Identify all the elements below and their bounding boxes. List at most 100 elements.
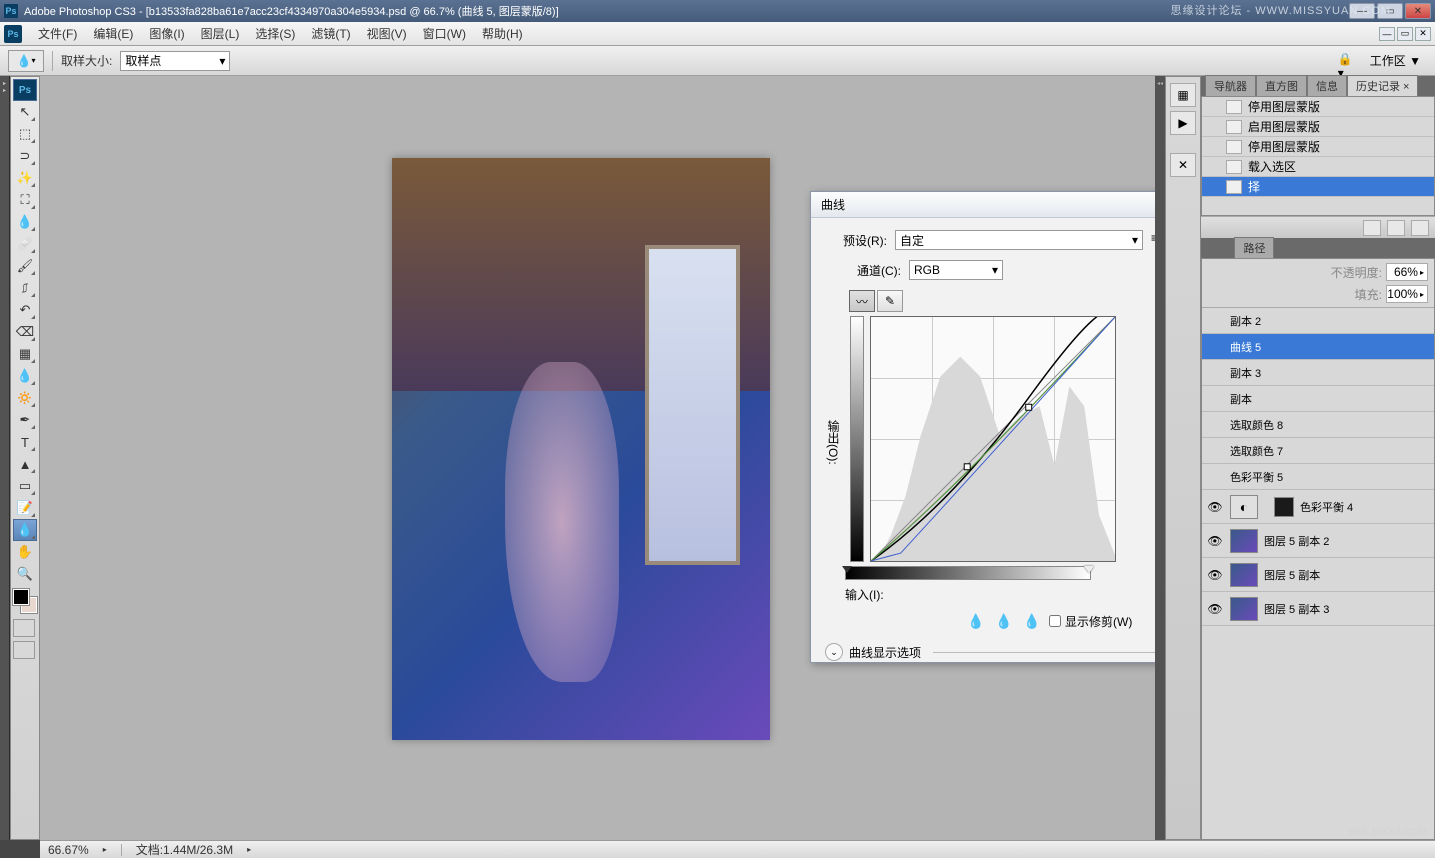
menu-filter[interactable]: 滤镜(T) (303, 23, 358, 44)
lasso-tool[interactable]: ⊃ (13, 145, 37, 167)
input-gradient[interactable] (845, 566, 1091, 580)
visibility-toggle[interactable]: 👁 (1206, 602, 1224, 616)
eraser-tool[interactable]: ⌫ (13, 321, 37, 343)
layer-item[interactable]: 副本 2 (1202, 308, 1434, 334)
blur-tool[interactable]: 💧 (13, 365, 37, 387)
layer-item[interactable]: 选取颜色 8 (1202, 412, 1434, 438)
preset-dropdown[interactable]: 自定 ▾ (895, 230, 1143, 250)
curves-graph[interactable] (870, 316, 1116, 562)
layer-item[interactable]: 👁 图层 5 副本 2 (1202, 524, 1434, 558)
layer-name[interactable]: 图层 5 副本 2 (1264, 533, 1430, 549)
move-tool[interactable]: ↖ (13, 101, 37, 123)
shape-tool[interactable]: ▭ (13, 475, 37, 497)
layer-thumbnail[interactable] (1230, 529, 1258, 553)
layer-name[interactable]: 图层 5 副本 3 (1264, 601, 1430, 617)
crop-tool[interactable]: ⛶ (13, 189, 37, 211)
brush-tool[interactable]: 🖌 (13, 255, 37, 277)
dodge-tool[interactable]: 🔅 (13, 387, 37, 409)
zoom-level[interactable]: 66.67% (48, 843, 89, 857)
color-swatches[interactable] (13, 589, 37, 613)
workspace-switcher[interactable]: 工作区 ▼ (1364, 50, 1427, 71)
layer-item[interactable]: 👁图层 5 副本 (1202, 558, 1434, 592)
create-snapshot-icon[interactable] (1387, 220, 1405, 236)
clone-stamp-tool[interactable]: ⎎ (13, 277, 37, 299)
visibility-toggle[interactable]: 👁 (1206, 500, 1224, 514)
create-document-icon[interactable] (1363, 220, 1381, 236)
opacity-input[interactable]: 66%▸ (1386, 263, 1428, 281)
paths-tab[interactable]: 路径 (1234, 237, 1274, 258)
color-icon[interactable]: ▶ (1170, 111, 1196, 135)
visibility-toggle[interactable]: 👁 (1206, 568, 1224, 582)
type-tool[interactable]: T (13, 431, 37, 453)
tools-preset-icon[interactable]: ✕ (1170, 153, 1196, 177)
visibility-toggle[interactable]: 👁 (1206, 534, 1224, 548)
history-item[interactable]: 启用图层蒙版 (1202, 117, 1434, 137)
menu-window[interactable]: 窗口(W) (415, 23, 474, 44)
layer-name[interactable]: 副本 2 (1230, 313, 1430, 329)
doc-info-chevron-icon[interactable]: ▸ (247, 845, 251, 854)
layer-item[interactable]: 👁 ◐ 色彩平衡 4 (1202, 490, 1434, 524)
layer-name[interactable]: 选取颜色 7 (1230, 443, 1430, 459)
doc-close-button[interactable]: ✕ (1415, 27, 1431, 41)
foreground-color-swatch[interactable] (13, 589, 29, 605)
show-clipping-checkbox[interactable] (1049, 615, 1061, 627)
menu-select[interactable]: 选择(S) (247, 23, 303, 44)
zoom-tool[interactable]: 🔍 (13, 563, 37, 585)
magic-wand-tool[interactable]: ✨ (13, 167, 37, 189)
layer-name[interactable]: 选取颜色 8 (1230, 417, 1430, 433)
curve-pencil-mode-button[interactable]: ✎ (877, 290, 903, 312)
layer-thumbnail[interactable] (1230, 597, 1258, 621)
doc-restore-button[interactable]: ▭ (1397, 27, 1413, 41)
layer-thumbnail[interactable] (1230, 563, 1258, 587)
menu-layer[interactable]: 图层(L) (193, 23, 248, 44)
tools-collapse-handle[interactable] (0, 76, 10, 840)
close-button[interactable]: ✕ (1405, 3, 1431, 19)
layer-name[interactable]: 副本 (1230, 391, 1430, 407)
history-tab[interactable]: 历史记录 × (1347, 75, 1418, 96)
layer-item[interactable]: 选取颜色 7 (1202, 438, 1434, 464)
menu-file[interactable]: 文件(F) (30, 23, 85, 44)
fill-input[interactable]: 100%▸ (1386, 285, 1428, 303)
layer-name[interactable]: 色彩平衡 5 (1230, 469, 1430, 485)
notes-tool[interactable]: 📝 (13, 497, 37, 519)
menu-view[interactable]: 视图(V) (359, 23, 415, 44)
channel-dropdown[interactable]: RGB ▾ (909, 260, 1003, 280)
eyedropper-tool[interactable]: 💧 (13, 211, 37, 233)
history-item[interactable]: 载入选区 (1202, 157, 1434, 177)
layer-item[interactable]: 曲线 5 (1202, 334, 1434, 360)
zoom-chevron-icon[interactable]: ▸ (103, 845, 107, 854)
menu-edit[interactable]: 编辑(E) (85, 23, 141, 44)
expand-display-options[interactable]: ⌄ (825, 643, 843, 661)
layer-name[interactable]: 副本 3 (1230, 365, 1430, 381)
gray-eyedropper[interactable]: 💧 (993, 611, 1015, 631)
white-point-slider[interactable] (1084, 566, 1094, 573)
doc-minimize-button[interactable]: — (1379, 27, 1395, 41)
dock-collapse-handle[interactable] (1155, 76, 1165, 840)
history-item[interactable]: 停用图层蒙版 (1202, 137, 1434, 157)
layer-item[interactable]: 副本 3 (1202, 360, 1434, 386)
menu-image[interactable]: 图像(I) (141, 23, 192, 44)
black-eyedropper[interactable]: 💧 (965, 611, 987, 631)
layer-item[interactable]: 👁 图层 5 副本 3 (1202, 592, 1434, 626)
lock-icon[interactable]: 🔒▾ (1338, 52, 1358, 70)
black-point-slider[interactable] (842, 566, 852, 573)
pen-tool[interactable]: ✒ (13, 409, 37, 431)
history-brush-tool[interactable]: ↶ (13, 299, 37, 321)
white-eyedropper[interactable]: 💧 (1021, 611, 1043, 631)
canvas-area[interactable]: ✕ 曲线 预设(R): 自定 ▾ ≡ 通道(C): RG (40, 76, 1155, 840)
layer-item[interactable]: 色彩平衡 5 (1202, 464, 1434, 490)
info-tab[interactable]: 信息 (1307, 75, 1347, 96)
sample-size-dropdown[interactable]: 取样点 ▾ (120, 51, 230, 71)
hand-tool[interactable]: ✋ (13, 541, 37, 563)
marquee-tool[interactable]: ⬚ (13, 123, 37, 145)
adjustment-thumbnail[interactable]: ◐ (1230, 495, 1258, 519)
color-sampler-tool[interactable]: 💧 (13, 519, 37, 541)
layer-mask-thumbnail[interactable] (1274, 497, 1294, 517)
path-selection-tool[interactable]: ▲ (13, 453, 37, 475)
tool-preset-picker[interactable]: 💧▾ (8, 50, 44, 72)
histogram-tab[interactable]: 直方图 (1256, 75, 1307, 96)
menu-help[interactable]: 帮助(H) (474, 23, 531, 44)
history-item[interactable]: 停用图层蒙版 (1202, 97, 1434, 117)
history-item[interactable]: 择 (1202, 177, 1434, 197)
layer-name[interactable]: 色彩平衡 4 (1300, 499, 1430, 515)
